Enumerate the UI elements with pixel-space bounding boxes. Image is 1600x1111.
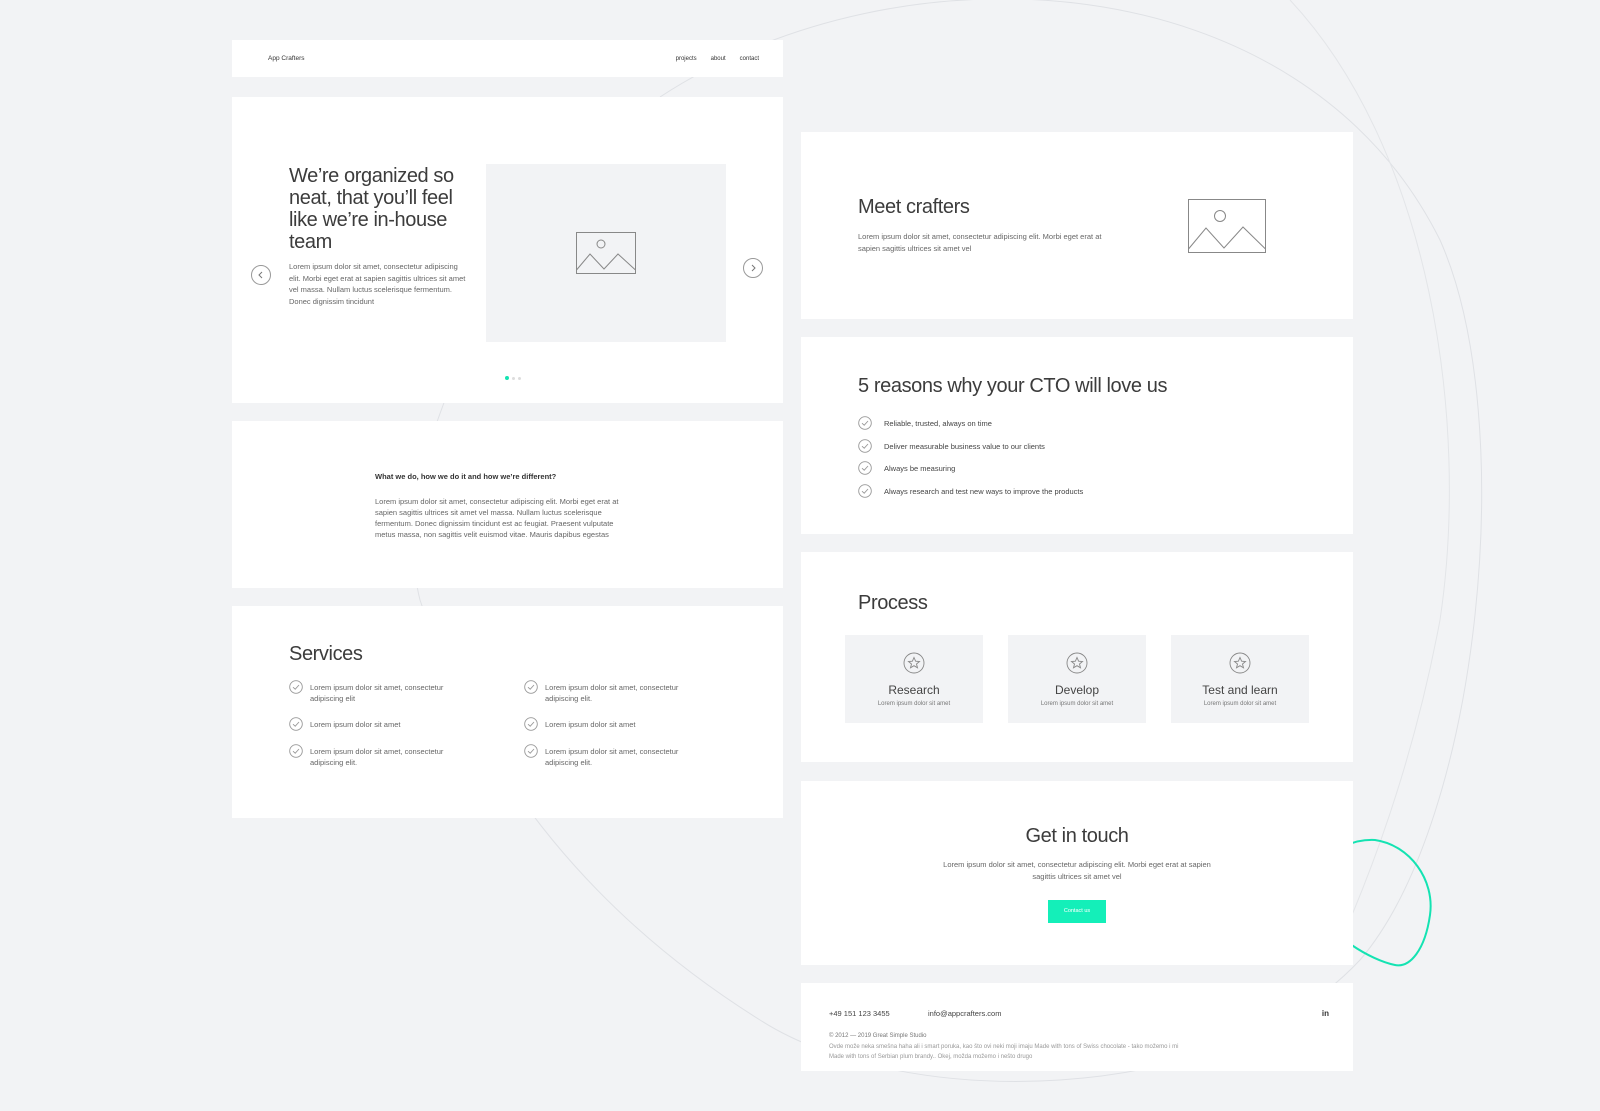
footer-phone[interactable]: +49 151 123 3455 — [829, 1009, 890, 1018]
chevron-left-icon — [258, 271, 263, 279]
what-heading: What we do, how we do it and how we’re d… — [375, 472, 557, 481]
footer-note: Ovde može neka smešna haha ali i smart p… — [829, 1044, 1179, 1060]
service-item-label: Lorem ipsum dolor sit amet, consectetur … — [310, 747, 444, 767]
image-placeholder-icon — [1188, 199, 1266, 253]
nav-link-contact[interactable]: contact — [740, 56, 759, 62]
carousel-prev-button[interactable] — [251, 265, 271, 285]
hero-description: Lorem ipsum dolor sit amet, consectetur … — [289, 262, 466, 306]
service-item-label: Lorem ipsum dolor sit amet, consectetur … — [310, 683, 444, 703]
check-circle-icon — [289, 680, 303, 694]
process-step-name: Test and learn — [1202, 683, 1278, 697]
reason-item-label: Deliver measurable business value to our… — [884, 441, 1045, 451]
hero-image-placeholder — [486, 164, 726, 342]
what-we-do-section: What we do, how we do it and how we’re d… — [232, 421, 783, 588]
nav-link-about[interactable]: about — [711, 56, 726, 62]
reason-item: Always be measuring — [858, 461, 955, 475]
reason-item: Reliable, trusted, always on time — [858, 416, 992, 430]
star-icon — [1066, 652, 1088, 674]
meet-title: Meet crafters — [858, 196, 970, 218]
services-title: Services — [289, 643, 363, 665]
carousel-next-button[interactable] — [743, 258, 763, 278]
reason-item-label: Reliable, trusted, always on time — [884, 418, 992, 428]
check-circle-icon — [524, 717, 538, 731]
service-item: Lorem ipsum dolor sit amet, consectetur … — [289, 680, 469, 704]
footer-copyright: © 2012 — 2019 Great Simple Studio — [829, 1033, 927, 1039]
process-step-desc: Lorem ipsum dolor sit amet — [1040, 701, 1114, 707]
contact-description: Lorem ipsum dolor sit amet, consectetur … — [943, 860, 1211, 881]
services-section: Services Lorem ipsum dolor sit amet, con… — [232, 606, 783, 818]
service-item-label: Lorem ipsum dolor sit amet — [545, 720, 636, 729]
reason-item-label: Always be measuring — [884, 463, 956, 473]
carousel-dot-2[interactable] — [512, 376, 515, 380]
footer: +49 151 123 3455 info@appcrafters.com in… — [801, 983, 1353, 1071]
check-circle-icon — [858, 416, 872, 430]
carousel-dots — [505, 376, 521, 380]
check-circle-icon — [289, 744, 303, 758]
check-circle-icon — [858, 461, 872, 475]
get-in-touch-section: Get in touch Lorem ipsum dolor sit amet,… — [801, 781, 1353, 965]
process-title: Process — [858, 592, 928, 614]
carousel-dot-3[interactable] — [518, 376, 521, 380]
reasons-section: 5 reasons why your CTO will love us Reli… — [801, 337, 1353, 534]
process-step-develop: Develop Lorem ipsum dolor sit amet — [1008, 635, 1146, 723]
process-step-name: Research — [888, 683, 940, 697]
check-circle-icon — [524, 680, 538, 694]
chevron-right-icon — [751, 264, 756, 272]
reason-item-label: Always research and test new ways to imp… — [884, 486, 1084, 496]
star-icon — [1229, 652, 1251, 674]
image-placeholder-icon — [576, 232, 636, 274]
hero-title: We’re organized so neat, that you’ll fee… — [289, 165, 454, 253]
carousel-dot-1[interactable] — [505, 376, 509, 380]
reason-item: Deliver measurable business value to our… — [858, 439, 1045, 453]
process-step-desc: Lorem ipsum dolor sit amet — [1203, 701, 1277, 707]
footer-email[interactable]: info@appcrafters.com — [928, 1009, 1001, 1018]
linkedin-icon[interactable]: in — [1322, 1009, 1329, 1018]
service-item-label: Lorem ipsum dolor sit amet, consectetur … — [545, 747, 679, 767]
process-step-test-and-learn: Test and learn Lorem ipsum dolor sit ame… — [1171, 635, 1309, 723]
service-item: Lorem ipsum dolor sit amet — [289, 717, 469, 731]
top-navbar: App Crafters projects about contact — [232, 40, 783, 77]
reasons-title: 5 reasons why your CTO will love us — [858, 375, 1168, 397]
process-step-name: Develop — [1054, 683, 1100, 697]
star-icon — [903, 652, 925, 674]
process-step-research: Research Lorem ipsum dolor sit amet — [845, 635, 983, 723]
meet-description: Lorem ipsum dolor sit amet, consectetur … — [858, 232, 1102, 253]
hero-carousel: We’re organized so neat, that you’ll fee… — [232, 97, 783, 403]
check-circle-icon — [289, 717, 303, 731]
service-item-label: Lorem ipsum dolor sit amet — [310, 720, 401, 729]
nav-links: projects about contact — [676, 56, 759, 62]
service-item: Lorem ipsum dolor sit amet — [524, 717, 704, 731]
meet-crafters-section: Meet crafters Lorem ipsum dolor sit amet… — [801, 132, 1353, 319]
service-item: Lorem ipsum dolor sit amet, consectetur … — [524, 680, 704, 704]
check-circle-icon — [858, 439, 872, 453]
check-circle-icon — [858, 484, 872, 498]
nav-link-projects[interactable]: projects — [676, 56, 697, 62]
contact-us-button[interactable]: Contact us — [1048, 900, 1106, 923]
what-body: Lorem ipsum dolor sit amet, consectetur … — [375, 497, 619, 539]
service-item-label: Lorem ipsum dolor sit amet, consectetur … — [545, 683, 679, 703]
contact-title: Get in touch — [1025, 825, 1129, 847]
process-section: Process Research Lorem ipsum dolor sit a… — [801, 552, 1353, 762]
process-step-desc: Lorem ipsum dolor sit amet — [877, 701, 951, 707]
check-circle-icon — [524, 744, 538, 758]
reason-item: Always research and test new ways to imp… — [858, 484, 1083, 498]
service-item: Lorem ipsum dolor sit amet, consectetur … — [524, 744, 704, 768]
service-item: Lorem ipsum dolor sit amet, consectetur … — [289, 744, 469, 768]
logo[interactable]: App Crafters — [268, 55, 305, 62]
